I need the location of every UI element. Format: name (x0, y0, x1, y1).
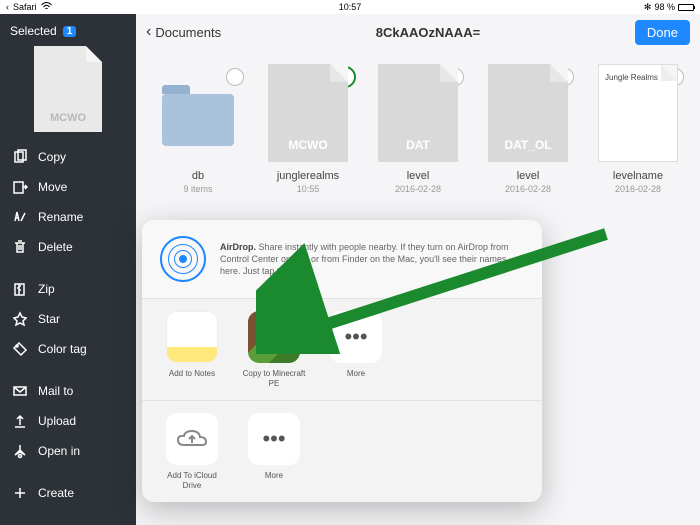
move-icon (12, 179, 28, 195)
minecraft-icon (248, 311, 300, 363)
battery-icon (678, 4, 694, 11)
share-add-to-icloud[interactable]: Add To iCloud Drive (160, 413, 224, 490)
sidebar-label: Rename (38, 210, 83, 224)
more-icon: ••• (330, 311, 382, 363)
select-circle[interactable] (226, 68, 244, 86)
openin-icon (12, 443, 28, 459)
sidebar-item-delete[interactable]: Delete (0, 232, 136, 262)
file-name: db (192, 170, 204, 182)
file-item-level2[interactable]: DAT_OL level 2016-02-28 (480, 64, 576, 194)
file-item-junglerealms[interactable]: ✓ MCWO junglerealms 10:55 (260, 64, 356, 194)
action-label: More (347, 369, 365, 379)
sidebar-item-upload[interactable]: Upload (0, 406, 136, 436)
rename-icon (12, 209, 28, 225)
sidebar-item-create[interactable]: Create (0, 478, 136, 508)
action-label: Add to Notes (169, 369, 215, 379)
more-icon: ••• (248, 413, 300, 465)
airdrop-section[interactable]: AirDrop. Share instantly with people nea… (142, 220, 542, 298)
notes-icon (166, 311, 218, 363)
mail-icon (12, 383, 28, 399)
share-copy-to-minecraft[interactable]: Copy to Minecraft PE (242, 311, 306, 388)
sidebar-label: Zip (38, 282, 55, 296)
tag-icon (12, 341, 28, 357)
sidebar: Selected 1 MCWO Copy Move Rename Delete … (0, 14, 136, 525)
file-item-db[interactable]: db 9 items (150, 64, 246, 194)
file-meta: 10:55 (297, 184, 320, 194)
status-bar: ‹ Safari 10:57 ✻ 98 % (0, 0, 700, 14)
share-more-apps[interactable]: ••• More (324, 311, 388, 388)
sidebar-label: Delete (38, 240, 73, 254)
sidebar-item-openin[interactable]: Open in (0, 436, 136, 466)
file-name: level (407, 170, 430, 182)
file-name: levelname (613, 170, 663, 182)
file-icon: DAT (378, 64, 458, 162)
sidebar-item-zip[interactable]: Zip (0, 274, 136, 304)
action-label: Copy to Minecraft PE (242, 369, 306, 388)
back-label: Documents (155, 25, 221, 40)
file-item-levelname[interactable]: Jungle Realms levelname 2016-02-28 (590, 64, 686, 194)
page-title: 8CkAAOzNAAA= (221, 25, 635, 40)
selection-label: Selected (10, 24, 57, 38)
selection-thumbnail: MCWO (34, 46, 102, 132)
sidebar-item-mail[interactable]: Mail to (0, 376, 136, 406)
share-more-actions[interactable]: ••• More (242, 413, 306, 490)
done-button[interactable]: Done (635, 20, 690, 45)
file-name: level (517, 170, 540, 182)
sidebar-label: Move (38, 180, 67, 194)
airdrop-title: AirDrop. (220, 242, 256, 252)
trash-icon (12, 239, 28, 255)
selection-count: 1 (63, 26, 77, 37)
upload-icon (12, 413, 28, 429)
share-popover: AirDrop. Share instantly with people nea… (142, 220, 542, 502)
action-label: More (265, 471, 283, 481)
selection-header: Selected 1 (0, 20, 136, 46)
airdrop-text: AirDrop. Share instantly with people nea… (220, 241, 524, 277)
airdrop-body: Share instantly with people nearby. If t… (220, 242, 508, 276)
sidebar-label: Copy (38, 150, 66, 164)
bluetooth-icon: ✻ (644, 2, 652, 13)
chevron-left-icon: ‹ (146, 23, 151, 41)
sidebar-item-rename[interactable]: Rename (0, 202, 136, 232)
sidebar-item-colortag[interactable]: Color tag (0, 334, 136, 364)
action-label: Add To iCloud Drive (160, 471, 224, 490)
zip-icon (12, 281, 28, 297)
sidebar-item-move[interactable]: Move (0, 172, 136, 202)
back-chevron-icon: ‹ (6, 2, 9, 12)
sidebar-label: Create (38, 486, 74, 500)
thumb-label: MCWO (50, 112, 86, 124)
sidebar-item-star[interactable]: Star (0, 304, 136, 334)
sidebar-label: Star (38, 312, 60, 326)
share-action-row: Add To iCloud Drive ••• More (142, 400, 542, 502)
share-app-row: Add to Notes Copy to Minecraft PE ••• Mo… (142, 298, 542, 400)
airdrop-icon (160, 236, 206, 282)
file-meta: 2016-02-28 (395, 184, 441, 194)
wifi-icon (41, 2, 52, 13)
file-icon: DAT_OL (488, 64, 568, 162)
battery-pct: 98 % (654, 2, 675, 12)
copy-icon (12, 149, 28, 165)
file-meta: 9 items (183, 184, 212, 194)
file-meta: 2016-02-28 (615, 184, 661, 194)
text-file-icon: Jungle Realms (598, 64, 678, 162)
file-item-level1[interactable]: DAT level 2016-02-28 (370, 64, 466, 194)
back-button[interactable]: ‹ Documents (146, 23, 221, 41)
file-name: junglerealms (277, 170, 339, 182)
sidebar-label: Color tag (38, 342, 87, 356)
topbar: ‹ Documents 8CkAAOzNAAA= Done (136, 14, 700, 50)
file-grid: db 9 items ✓ MCWO junglerealms 10:55 DAT… (136, 50, 700, 194)
sidebar-label: Open in (38, 444, 80, 458)
main-panel: ‹ Documents 8CkAAOzNAAA= Done db 9 items… (136, 14, 700, 525)
sidebar-item-copy[interactable]: Copy (0, 142, 136, 172)
star-icon (12, 311, 28, 327)
sidebar-label: Mail to (38, 384, 73, 398)
plus-icon (12, 485, 28, 501)
icloud-icon (166, 413, 218, 465)
share-add-to-notes[interactable]: Add to Notes (160, 311, 224, 388)
sidebar-label: Upload (38, 414, 76, 428)
status-app: Safari (13, 2, 37, 12)
status-time: 10:57 (235, 2, 464, 12)
file-meta: 2016-02-28 (505, 184, 551, 194)
file-icon: MCWO (268, 64, 348, 162)
